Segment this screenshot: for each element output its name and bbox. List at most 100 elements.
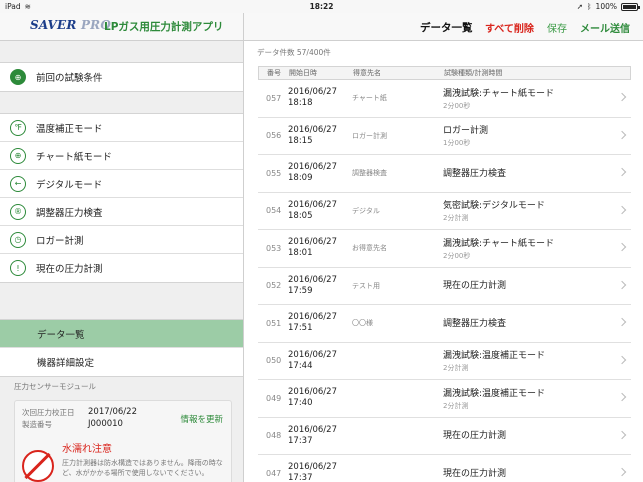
table-row[interactable]: 049 2016/06/27 17:40 漏洩試験:温度補正モード 2分計測 bbox=[258, 380, 631, 418]
menu-group-data: データ一覧 機器詳細設定 bbox=[0, 319, 243, 377]
row-time: 18:15 bbox=[288, 135, 313, 146]
battery-percent: 100% bbox=[595, 2, 617, 11]
table-header: 番号 開始日時 得意先名 試験種類/計測時間 bbox=[258, 66, 631, 80]
row-no: 047 bbox=[266, 468, 282, 478]
record-count: データ件数 57/400件 bbox=[257, 48, 331, 57]
menu-group-previous: ⊕ 前回の試験条件 bbox=[0, 62, 243, 92]
row-test-type: 漏洩試験:温度補正モード bbox=[443, 388, 546, 399]
row-datetime: 2016/06/27 17:51 bbox=[288, 312, 352, 334]
row-time: 17:40 bbox=[288, 398, 313, 409]
save-button[interactable]: 保存 bbox=[547, 20, 567, 35]
status-bar: iPad ≋ 18:22 ➚ ᛒ 100% bbox=[0, 0, 643, 13]
row-date: 2016/06/27 bbox=[288, 274, 337, 285]
serial-value: J000010 bbox=[88, 419, 123, 429]
exclamation-icon: ! bbox=[10, 260, 26, 276]
row-datetime: 2016/06/27 18:09 bbox=[288, 162, 352, 184]
row-datetime: 2016/06/27 17:44 bbox=[288, 350, 352, 372]
menu-item-current-pressure[interactable]: ! 現在の圧力計測 bbox=[0, 254, 243, 282]
table-row[interactable]: 055 2016/06/27 18:09 調整器検査 調整器圧力検査 bbox=[258, 155, 631, 193]
row-test-type: 現在の圧力計測 bbox=[443, 431, 507, 442]
row-test-type: 気密試験:デジタルモード bbox=[443, 201, 545, 212]
row-test-type: 調整器圧力検査 bbox=[443, 318, 507, 329]
crosshair-icon: ⊕ bbox=[10, 147, 26, 164]
row-time: 17:44 bbox=[288, 360, 313, 371]
left-nav-bar: SAVER PRO LPガス用圧力計測アプリ bbox=[0, 13, 244, 41]
row-customer: 調整器検査 bbox=[352, 169, 387, 178]
row-duration: 2分計測 bbox=[443, 214, 469, 223]
menu-item-digital-mode[interactable]: ← デジタルモード bbox=[0, 170, 243, 198]
row-time: 17:37 bbox=[288, 435, 313, 446]
row-no: 054 bbox=[266, 206, 282, 216]
row-time: 17:37 bbox=[288, 473, 313, 482]
thermometer-icon: ℉ bbox=[10, 119, 26, 136]
crosshair-icon: ⊕ bbox=[10, 69, 26, 85]
menu-item-chart-mode[interactable]: ⊕ チャート紙モード bbox=[0, 142, 243, 170]
row-test-type: 漏洩試験:温度補正モード bbox=[443, 351, 546, 362]
regulator-icon: ® bbox=[10, 203, 26, 220]
row-duration: 1分00秒 bbox=[443, 139, 471, 148]
col-type: 試験種類/計測時間 bbox=[444, 69, 503, 77]
row-time: 17:51 bbox=[288, 323, 313, 334]
row-no: 048 bbox=[266, 431, 282, 441]
row-customer: デジタル bbox=[352, 206, 380, 215]
row-datetime: 2016/06/27 18:18 bbox=[288, 87, 352, 109]
table-row[interactable]: 057 2016/06/27 18:18 チャート紙 漏洩試験:チャート紙モード 2分00… bbox=[258, 80, 631, 118]
table-row[interactable]: 048 2016/06/27 17:37 現在の圧力計測 bbox=[258, 418, 631, 455]
row-test-type: 漏洩試験:チャート紙モード bbox=[443, 88, 554, 99]
row-time: 18:09 bbox=[288, 173, 313, 184]
row-date: 2016/06/27 bbox=[288, 162, 337, 173]
update-info-button[interactable]: 情報を更新 bbox=[180, 413, 223, 425]
row-time: 18:18 bbox=[288, 98, 313, 109]
bluetooth-icon: ᛒ bbox=[587, 2, 592, 11]
table-row[interactable]: 047 2016/06/27 17:37 現在の圧力計測 bbox=[258, 455, 631, 482]
row-test-type: 現在の圧力計測 bbox=[443, 468, 507, 479]
row-test-type: 調整器圧力検査 bbox=[443, 168, 507, 179]
col-no: 番号 bbox=[267, 69, 281, 77]
menu-item-previous-conditions[interactable]: ⊕ 前回の試験条件 bbox=[0, 63, 243, 91]
calib-label: 次回圧力校正日 bbox=[22, 407, 75, 417]
row-customer: テスト用 bbox=[352, 281, 380, 290]
battery-icon bbox=[621, 2, 640, 11]
menu-item-temperature-mode[interactable]: ℉ 温度補正モード bbox=[0, 114, 243, 142]
menu-group-modes: ℉ 温度補正モード ⊕ チャート紙モード ← デジタルモード ® 調整器圧力検査… bbox=[0, 113, 243, 283]
row-date: 2016/06/27 bbox=[288, 87, 337, 98]
row-datetime: 2016/06/27 17:59 bbox=[288, 275, 352, 297]
row-test-type: ロガー計測 bbox=[443, 126, 489, 137]
row-test-type: 漏洩試験:チャート紙モード bbox=[443, 238, 554, 249]
row-date: 2016/06/27 bbox=[288, 424, 337, 435]
clock-icon: ◷ bbox=[10, 231, 26, 248]
row-time: 17:59 bbox=[288, 285, 313, 296]
row-date: 2016/06/27 bbox=[288, 349, 337, 360]
send-mail-button[interactable]: メール送信 bbox=[580, 20, 630, 35]
arrow-left-icon: ← bbox=[10, 175, 26, 192]
row-duration: 2分00秒 bbox=[443, 101, 471, 110]
menu-item-regulator-check[interactable]: ® 調整器圧力検査 bbox=[0, 198, 243, 226]
table-row[interactable]: 051 2016/06/27 17:51 〇〇様 調整器圧力検査 bbox=[258, 305, 631, 343]
row-date: 2016/06/27 bbox=[288, 387, 337, 398]
row-no: 049 bbox=[266, 393, 282, 403]
row-datetime: 2016/06/27 18:15 bbox=[288, 125, 352, 147]
row-datetime: 2016/06/27 17:37 bbox=[288, 462, 352, 482]
row-duration: 2分00秒 bbox=[443, 251, 471, 260]
table-row[interactable]: 056 2016/06/27 18:15 ロガー計測 ロガー計測 1分00秒 bbox=[258, 118, 631, 155]
row-datetime: 2016/06/27 17:40 bbox=[288, 387, 352, 409]
row-test-type: 現在の圧力計測 bbox=[443, 281, 507, 292]
table-row[interactable]: 053 2016/06/27 18:01 お得意先名 漏洩試験:チャート紙モード 2分00… bbox=[258, 230, 631, 268]
row-date: 2016/06/27 bbox=[288, 312, 337, 323]
row-duration: 2分計測 bbox=[443, 401, 469, 410]
warning-title: 水濡れ注意 bbox=[62, 444, 112, 455]
col-date: 開始日時 bbox=[289, 68, 317, 77]
row-no: 056 bbox=[266, 131, 282, 141]
menu-item-logger[interactable]: ◷ ロガー計測 bbox=[0, 226, 243, 254]
table-row[interactable]: 052 2016/06/27 17:59 テスト用 現在の圧力計測 bbox=[258, 268, 631, 305]
menu-item-data-list[interactable]: データ一覧 bbox=[0, 320, 243, 348]
table-row[interactable]: 054 2016/06/27 18:05 デジタル 気密試験:デジタルモード 2分計測 bbox=[258, 193, 631, 230]
sensor-heading: 圧力センサーモジュール bbox=[14, 382, 96, 391]
sidebar: ⊕ 前回の試験条件 ℉ 温度補正モード ⊕ チャート紙モード ← デジタルモード… bbox=[0, 41, 244, 482]
data-list-pane: データ件数 57/400件 番号 開始日時 得意先名 試験種類/計測時間 057… bbox=[244, 41, 643, 482]
menu-item-device-settings[interactable]: 機器詳細設定 bbox=[0, 348, 243, 376]
row-no: 051 bbox=[266, 318, 282, 328]
table-row[interactable]: 050 2016/06/27 17:44 漏洩試験:温度補正モード 2分計測 bbox=[258, 343, 631, 380]
water-warning: 水濡れ注意 圧力計測器は防水構造ではありません。降雨の時など、水がかかる場所で使… bbox=[22, 440, 224, 482]
delete-all-button[interactable]: すべて削除 bbox=[485, 20, 534, 35]
